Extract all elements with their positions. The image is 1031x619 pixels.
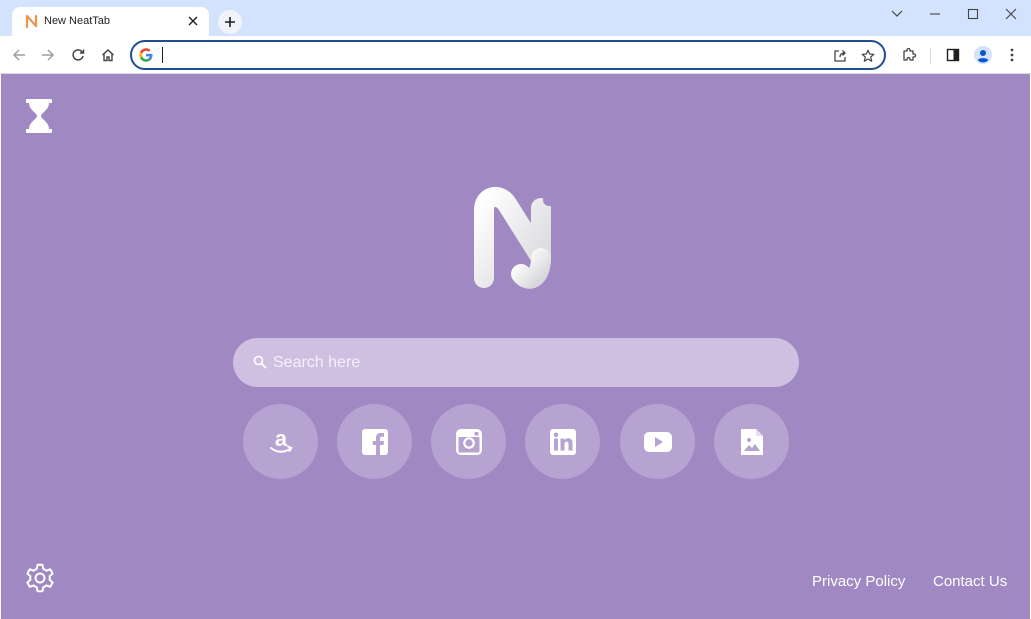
reload-button[interactable] xyxy=(66,43,90,67)
search-input[interactable] xyxy=(273,349,773,377)
chevron-down-icon xyxy=(891,10,903,17)
youtube-icon xyxy=(643,431,672,452)
arrow-left-icon xyxy=(12,49,25,61)
privacy-policy-link[interactable]: Privacy Policy xyxy=(812,573,905,590)
neattab-favicon-icon xyxy=(25,14,38,29)
gear-icon[interactable] xyxy=(24,562,56,594)
side-panel-icon xyxy=(946,48,960,62)
puzzle-icon xyxy=(903,47,917,61)
arrow-right-icon xyxy=(42,49,55,61)
shortcut-linkedin[interactable] xyxy=(525,404,600,479)
minimize-button[interactable] xyxy=(920,4,950,24)
bookmark-star-icon[interactable] xyxy=(858,46,878,66)
shortcut-youtube[interactable] xyxy=(620,404,695,479)
tab-strip: New NeatTab xyxy=(0,0,1031,36)
facebook-icon xyxy=(361,428,388,455)
google-icon xyxy=(139,48,153,62)
maximize-icon xyxy=(967,8,979,20)
plus-icon xyxy=(225,17,235,27)
new-tab-page: a xyxy=(1,74,1030,619)
back-button[interactable] xyxy=(7,43,31,67)
tab-close-icon[interactable] xyxy=(186,14,200,28)
side-panel-button[interactable] xyxy=(941,43,965,67)
tab-new-neattab[interactable]: New NeatTab xyxy=(12,7,209,36)
search-icon xyxy=(253,355,267,369)
linkedin-icon xyxy=(549,428,576,455)
minimize-icon xyxy=(930,13,940,15)
text-caret xyxy=(162,47,163,63)
menu-button[interactable] xyxy=(1000,43,1024,67)
shortcut-amazon[interactable]: a xyxy=(243,404,318,479)
maximize-button[interactable] xyxy=(958,4,988,24)
new-tab-button[interactable] xyxy=(218,10,242,34)
forward-button[interactable] xyxy=(36,43,60,67)
hourglass-icon[interactable] xyxy=(25,98,53,134)
close-window-button[interactable] xyxy=(996,4,1026,24)
search-bar[interactable] xyxy=(233,338,799,387)
tab-search-button[interactable] xyxy=(882,4,912,24)
home-button[interactable] xyxy=(96,43,120,67)
svg-text:a: a xyxy=(274,427,287,451)
contact-us-link[interactable]: Contact Us xyxy=(933,573,1007,590)
browser-toolbar xyxy=(0,36,1031,74)
share-icon[interactable] xyxy=(830,46,850,66)
neattab-logo xyxy=(474,186,555,289)
address-bar[interactable] xyxy=(130,40,886,70)
amazon-icon: a xyxy=(269,427,293,453)
home-icon xyxy=(102,49,114,62)
address-input[interactable] xyxy=(160,46,820,64)
instagram-icon xyxy=(455,428,482,455)
extensions-button[interactable] xyxy=(897,43,921,67)
image-icon xyxy=(740,428,763,455)
avatar-icon xyxy=(974,46,992,64)
shortcut-instagram[interactable] xyxy=(431,404,506,479)
kebab-menu-icon xyxy=(1010,48,1014,62)
close-icon xyxy=(1005,8,1017,20)
shortcut-image[interactable] xyxy=(714,404,789,479)
shortcut-facebook[interactable] xyxy=(337,404,412,479)
reload-icon xyxy=(72,49,85,61)
toolbar-divider xyxy=(930,48,931,64)
profile-button[interactable] xyxy=(971,43,995,67)
tab-title: New NeatTab xyxy=(44,15,111,27)
